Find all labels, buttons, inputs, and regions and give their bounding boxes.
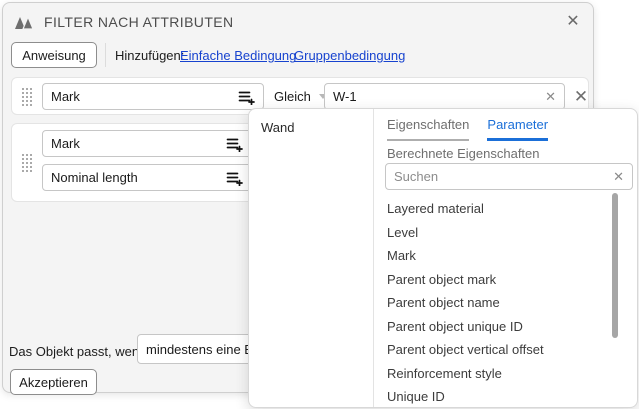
tab-row-2: Berechnete Eigenschaften (387, 145, 540, 163)
hinzufuegen-label: Hinzufügen: (115, 48, 184, 63)
attribute-combo-value: Mark (51, 89, 238, 104)
close-icon[interactable]: ✕ (560, 9, 586, 35)
accept-button[interactable]: Akzeptieren (10, 369, 97, 395)
value-input-text: W-1 (333, 89, 545, 104)
operator-value: Gleich (274, 89, 311, 104)
attribute-picker-icon[interactable] (226, 136, 243, 152)
scrollbar-thumb[interactable] (612, 193, 618, 338)
attribute-picker-popup: Wand Eigenschaften Parameter Berechnete … (248, 108, 638, 408)
list-item[interactable]: Parent object unique ID (375, 315, 619, 339)
group-attribute-2-value: Nominal length (51, 170, 226, 185)
list-item[interactable]: Reinforcement style (375, 362, 619, 386)
attribute-panel: Eigenschaften Parameter Berechnete Eigen… (375, 109, 638, 407)
add-group-condition-link[interactable]: Gruppenbedingung (294, 48, 405, 63)
tab-eigenschaften[interactable]: Eigenschaften (387, 117, 469, 141)
attribute-list: Layered material Level Mark Parent objec… (375, 197, 619, 409)
attribute-combo[interactable]: Mark (42, 83, 264, 110)
clear-value-icon[interactable]: ✕ (545, 89, 556, 105)
search-placeholder: Suchen (394, 169, 613, 184)
drag-handle-icon[interactable] (22, 88, 32, 106)
tab-row: Eigenschaften Parameter (387, 117, 548, 141)
list-item[interactable]: Level (375, 221, 619, 245)
toolbar-divider (105, 43, 106, 67)
list-item[interactable]: Unique ID (375, 385, 619, 409)
anweisung-button[interactable]: Anweisung (11, 42, 97, 68)
category-panel: Wand (249, 109, 374, 407)
app-logo-icon (15, 14, 37, 32)
tab-parameter[interactable]: Parameter (487, 117, 548, 141)
list-item[interactable]: Layered material (375, 197, 619, 221)
attribute-picker-icon[interactable] (238, 89, 255, 105)
list-item[interactable]: Mark (375, 244, 619, 268)
group-attribute-1-value: Mark (51, 136, 226, 151)
group-attribute-combo-2[interactable]: Nominal length (42, 164, 252, 191)
search-input[interactable]: Suchen ✕ (385, 163, 633, 190)
group-attribute-combo-1[interactable]: Mark (42, 130, 252, 157)
attribute-picker-icon[interactable] (226, 170, 243, 186)
value-input[interactable]: W-1 ✕ (324, 83, 565, 110)
match-mode-label: Das Objekt passt, wenn (9, 344, 146, 359)
group-drag-handle-icon[interactable] (22, 154, 32, 172)
list-item[interactable]: Parent object name (375, 291, 619, 315)
delete-condition-button[interactable]: ✕ (568, 83, 594, 110)
window-title: FILTER NACH ATTRIBUTEN (44, 14, 234, 30)
list-item[interactable]: Parent object mark (375, 268, 619, 292)
add-simple-condition-link[interactable]: Einfache Bedingung (180, 48, 296, 63)
category-item-wand[interactable]: Wand (249, 109, 373, 146)
search-clear-icon[interactable]: ✕ (613, 169, 624, 185)
operator-select[interactable]: Gleich (274, 83, 327, 110)
list-item[interactable]: Parent object vertical offset (375, 338, 619, 362)
